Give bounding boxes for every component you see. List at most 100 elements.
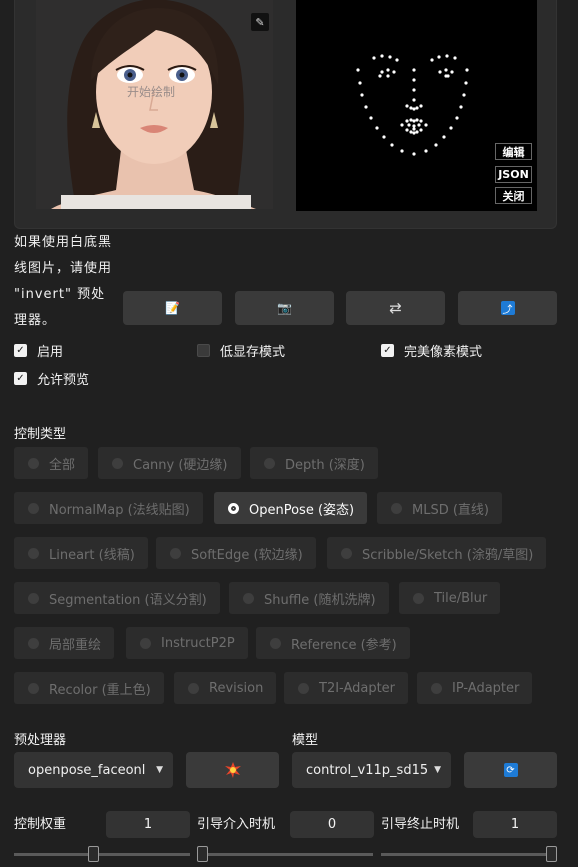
option-label: Recolor (重上色) bbox=[49, 682, 151, 698]
option-label: Tile/Blur bbox=[434, 590, 488, 606]
radio-icon bbox=[188, 682, 199, 694]
control-type-option-selected[interactable]: OpenPose (姿态) bbox=[214, 492, 368, 524]
option-label: Shuffle (随机洗牌) bbox=[264, 592, 376, 608]
guidance-end-label: 引导终止时机 bbox=[381, 817, 460, 832]
option-label: OpenPose (姿态) bbox=[249, 502, 355, 518]
face-keypoint bbox=[412, 124, 416, 128]
face-keypoint bbox=[380, 70, 384, 74]
close-button[interactable]: 关闭 bbox=[495, 187, 532, 204]
option-label: Reference (参考) bbox=[291, 637, 397, 653]
face-keypoint bbox=[417, 123, 421, 127]
control-type-option[interactable]: Depth (深度) bbox=[250, 447, 378, 479]
control-type-option[interactable]: Revision bbox=[174, 672, 277, 704]
guidance-start-slider[interactable] bbox=[197, 853, 373, 856]
face-keypoint bbox=[395, 58, 399, 62]
swap-button[interactable]: ⇄ bbox=[346, 291, 445, 325]
json-button[interactable]: JSON bbox=[495, 166, 532, 183]
model-select[interactable]: control_v11p_sd15 ▼ bbox=[292, 752, 451, 788]
radio-icon bbox=[413, 592, 424, 604]
portrait-illustration bbox=[36, 0, 273, 209]
allow-preview-checkbox[interactable]: ✓ 允许预览 bbox=[14, 369, 89, 388]
option-label: 局部重绘 bbox=[49, 637, 102, 653]
upload-button[interactable]: ⤴ bbox=[458, 291, 557, 325]
pixel-perfect-checkbox[interactable]: ✓ 完美像素模式 bbox=[381, 341, 482, 360]
refresh-icon: ⟳ bbox=[503, 763, 518, 777]
face-keypoint bbox=[412, 78, 416, 82]
guidance-end-slider-thumb[interactable] bbox=[546, 846, 557, 862]
checkbox-empty-icon bbox=[197, 344, 210, 357]
control-type-option[interactable]: Segmentation (语义分割) bbox=[14, 582, 220, 614]
guidance-start-input[interactable]: 0 bbox=[290, 811, 374, 838]
checkbox-check-icon: ✓ bbox=[14, 344, 27, 357]
face-keypoint bbox=[405, 119, 409, 123]
control-weight-input[interactable]: 1 bbox=[106, 811, 190, 838]
face-keypoint bbox=[412, 98, 416, 102]
pixel-perfect-label: 完美像素模式 bbox=[404, 345, 483, 360]
control-type-option[interactable]: MLSD (直线) bbox=[377, 492, 502, 524]
control-weight-slider-thumb[interactable] bbox=[88, 846, 100, 862]
option-label: MLSD (直线) bbox=[412, 502, 489, 518]
guidance-start-slider-thumb[interactable] bbox=[197, 846, 208, 862]
guidance-end-input[interactable]: 1 bbox=[473, 811, 557, 838]
face-keypoint bbox=[455, 116, 459, 120]
input-image[interactable] bbox=[36, 0, 273, 209]
refresh-models-button[interactable]: ⟳ bbox=[464, 752, 557, 788]
preprocessor-select[interactable]: openpose_faceonl ▼ bbox=[14, 752, 173, 788]
preprocessor-value: openpose_faceonl bbox=[28, 762, 146, 778]
face-keypoint bbox=[388, 55, 392, 59]
control-weight-slider[interactable] bbox=[14, 853, 190, 856]
control-type-option[interactable]: IP-Adapter bbox=[417, 672, 533, 704]
control-type-option[interactable]: Recolor (重上色) bbox=[14, 672, 164, 704]
upload-icon: ⤴ bbox=[500, 301, 515, 316]
face-keypoint bbox=[364, 105, 368, 109]
edit-button[interactable]: 编辑 bbox=[495, 143, 532, 160]
radio-icon bbox=[170, 547, 181, 559]
radio-icon bbox=[264, 457, 275, 469]
control-type-option[interactable]: 局部重绘 bbox=[14, 627, 115, 659]
control-weight-label: 控制权重 bbox=[14, 817, 67, 832]
face-keypoint bbox=[412, 152, 416, 156]
control-type-option[interactable]: 全部 bbox=[14, 447, 89, 479]
face-keypoint bbox=[449, 126, 453, 130]
control-type-option[interactable]: NormalMap (法线贴图) bbox=[14, 492, 203, 524]
radio-icon bbox=[431, 682, 442, 694]
explosion-icon bbox=[224, 762, 241, 778]
face-keypoint bbox=[434, 143, 438, 147]
control-type-option[interactable]: Reference (参考) bbox=[256, 627, 410, 659]
radio-icon bbox=[28, 682, 39, 694]
control-type-option[interactable]: T2I-Adapter bbox=[284, 672, 409, 704]
radio-icon bbox=[28, 592, 39, 604]
swap-icon: ⇄ bbox=[389, 299, 402, 317]
face-keypoint bbox=[450, 70, 454, 74]
camera-icon: 📷 bbox=[277, 301, 292, 315]
face-keypoint bbox=[459, 105, 463, 109]
option-label: Segmentation (语义分割) bbox=[49, 592, 207, 608]
camera-button[interactable]: 📷 bbox=[235, 291, 334, 325]
face-keypoint bbox=[412, 119, 416, 123]
radio-icon bbox=[28, 637, 39, 649]
enable-label: 启用 bbox=[37, 345, 64, 360]
control-type-option[interactable]: Tile/Blur bbox=[399, 582, 501, 614]
face-keypoint bbox=[446, 74, 450, 78]
guidance-end-slider[interactable] bbox=[381, 853, 557, 856]
face-keypoint bbox=[453, 56, 457, 60]
run-preprocessor-button[interactable] bbox=[186, 752, 279, 788]
control-type-option[interactable]: Shuffle (随机洗牌) bbox=[229, 582, 389, 614]
enable-checkbox[interactable]: ✓ 启用 bbox=[14, 341, 63, 360]
face-keypoint bbox=[400, 149, 404, 153]
control-type-option[interactable]: InstructP2P bbox=[126, 627, 248, 659]
control-type-option[interactable]: SoftEdge (软边缘) bbox=[156, 537, 316, 569]
face-keypoint bbox=[430, 58, 434, 62]
control-type-option[interactable]: Scribble/Sketch (涂鸦/草图) bbox=[327, 537, 547, 569]
face-keypoint bbox=[424, 149, 428, 153]
pencil-icon[interactable]: ✎ bbox=[251, 13, 269, 31]
control-type-option[interactable]: Canny (硬边缘) bbox=[98, 447, 241, 479]
face-keypoint bbox=[386, 68, 390, 72]
low-vram-checkbox[interactable]: 低显存模式 bbox=[197, 341, 285, 360]
notepad-button[interactable]: 📝 bbox=[123, 291, 222, 325]
radio-icon bbox=[112, 457, 123, 469]
control-type-option[interactable]: Lineart (线稿) bbox=[14, 537, 148, 569]
radio-icon bbox=[298, 682, 309, 694]
radio-icon bbox=[140, 637, 151, 649]
face-keypoint bbox=[409, 118, 413, 122]
